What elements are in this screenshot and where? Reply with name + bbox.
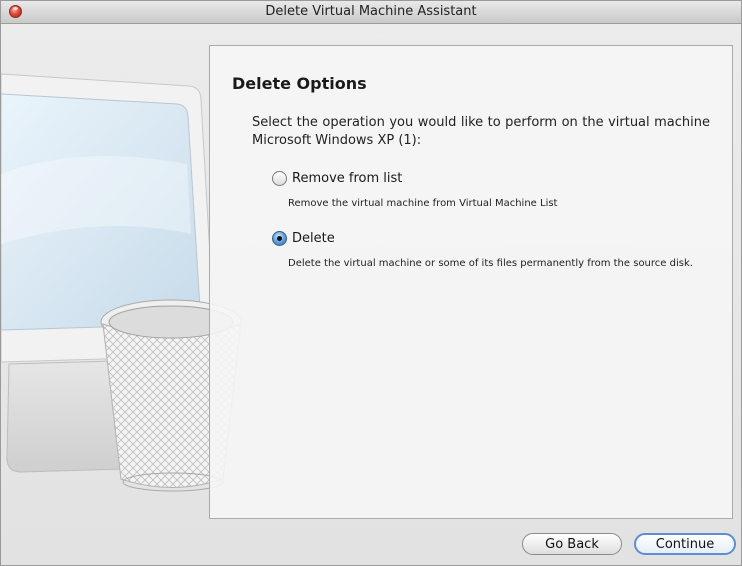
go-back-button[interactable]: Go Back (522, 533, 622, 555)
title-bar: Delete Virtual Machine Assistant (1, 1, 741, 24)
window-title: Delete Virtual Machine Assistant (265, 4, 477, 19)
option-remove-from-list[interactable]: Remove from list (272, 171, 402, 186)
continue-button[interactable]: Continue (634, 533, 736, 555)
option-description: Delete the virtual machine or some of it… (288, 258, 693, 269)
assistant-window: Delete Virtual Machine Assistant Delete … (0, 0, 742, 566)
option-label[interactable]: Remove from list (292, 171, 402, 186)
option-delete[interactable]: Delete (272, 231, 335, 246)
option-description: Remove the virtual machine from Virtual … (288, 198, 558, 209)
radio-delete[interactable] (272, 231, 287, 246)
delete-options-panel: Delete Options Select the operation you … (209, 45, 733, 519)
radio-remove-from-list[interactable] (272, 171, 287, 186)
panel-description: Select the operation you would like to p… (252, 115, 710, 148)
option-label[interactable]: Delete (292, 231, 335, 246)
panel-title: Delete Options (232, 74, 367, 93)
